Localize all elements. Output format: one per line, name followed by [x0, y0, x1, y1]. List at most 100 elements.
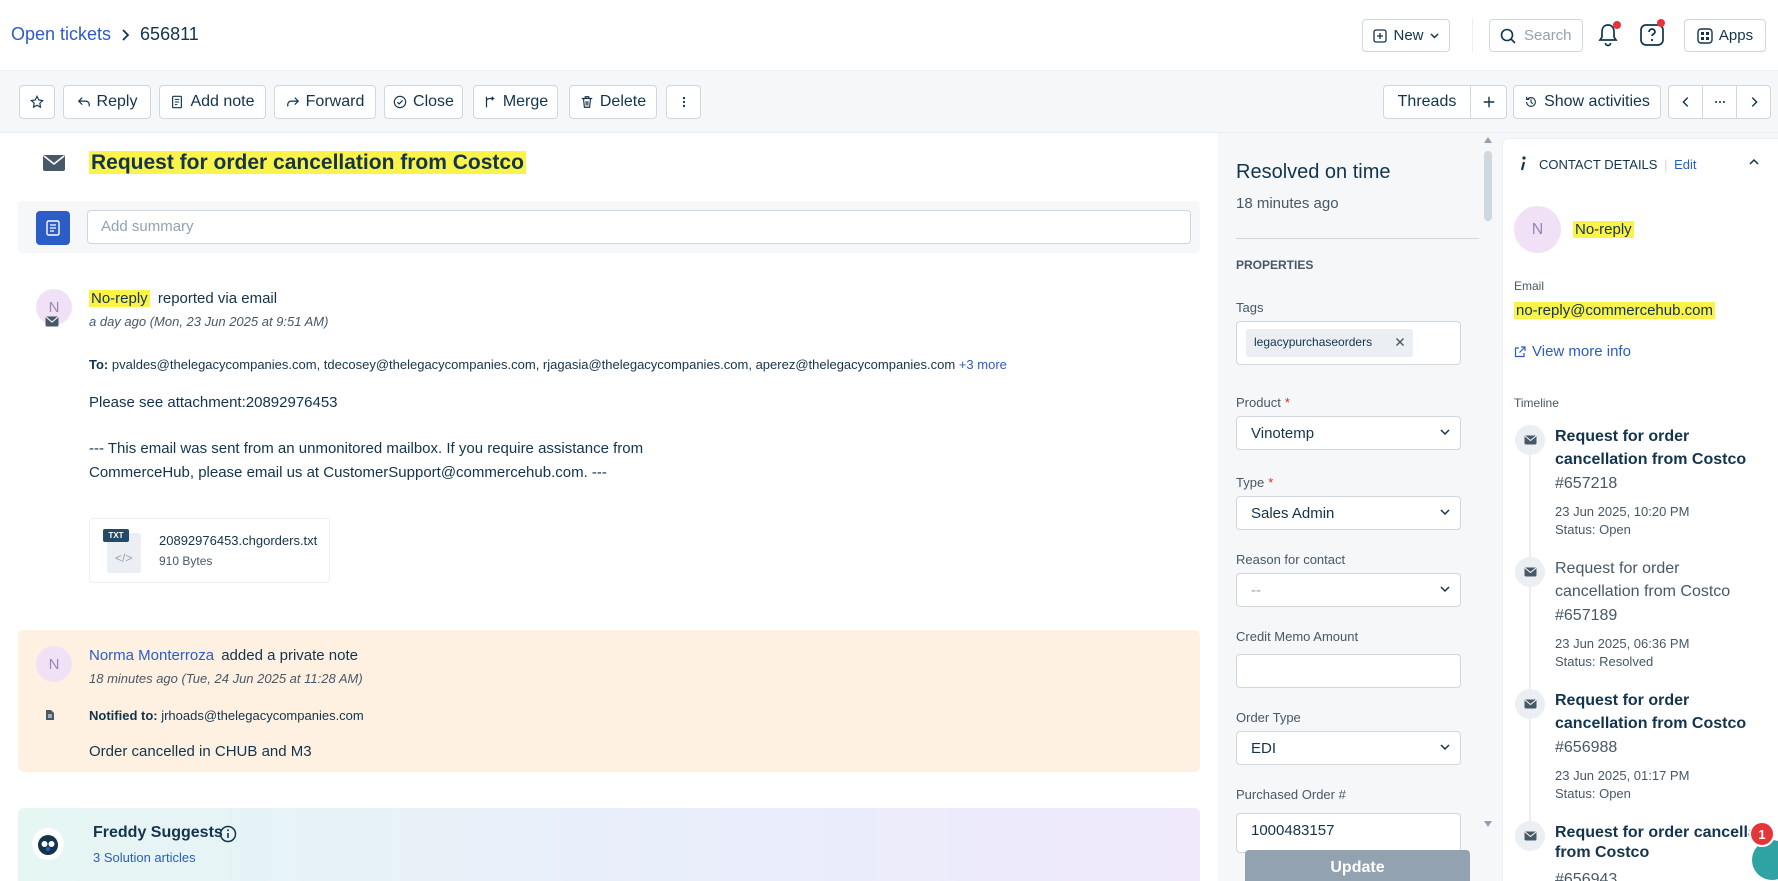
summary-bar: Add summary: [18, 201, 1200, 253]
contact-avatar: N: [1514, 206, 1561, 253]
order-type-select[interactable]: EDI: [1236, 731, 1461, 765]
next-ticket-button[interactable]: [1736, 85, 1771, 119]
conversation-pane: Request for order cancellation from Cost…: [0, 133, 1218, 881]
timeline-title[interactable]: Request for order cancellation from Cost…: [1555, 425, 1765, 471]
notified-label: Notified to:: [89, 708, 158, 723]
help-dot: [1657, 19, 1665, 27]
contact-email[interactable]: no-reply@commercehub.com: [1514, 302, 1715, 319]
summary-icon: [36, 211, 70, 245]
info-icon[interactable]: [219, 825, 237, 843]
ticket-subject: Request for order cancellation from Cost…: [89, 151, 526, 174]
note-author[interactable]: Norma Monterroza: [89, 647, 214, 664]
more-recipients-link[interactable]: +3 more: [959, 357, 1007, 372]
summary-input[interactable]: Add summary: [87, 210, 1191, 244]
notified-to: Notified to: jrhoads@thelegacycompanies.…: [89, 708, 364, 723]
message-header: No-reply reported via email: [89, 290, 277, 307]
scroll-up-icon[interactable]: [1484, 137, 1492, 143]
sender-name[interactable]: No-reply: [89, 290, 150, 307]
po-input[interactable]: 1000483157: [1236, 813, 1461, 853]
timeline-ticket-number: #656988: [1555, 739, 1618, 756]
email-icon: [42, 154, 66, 172]
attachment-card[interactable]: TXT </> 20892976453.chgorders.txt 910 By…: [89, 518, 330, 583]
apps-button[interactable]: Apps: [1684, 19, 1766, 52]
po-label: Purchased Order #: [1236, 787, 1346, 802]
properties-scrollbar[interactable]: [1482, 133, 1494, 833]
note-time: 18 minutes ago (Tue, 24 Jun 2025 at 11:2…: [89, 671, 363, 686]
new-button[interactable]: New: [1362, 19, 1450, 52]
merge-button[interactable]: Merge: [473, 85, 558, 119]
reply-button[interactable]: Reply: [63, 85, 151, 119]
text-file-icon: TXT </>: [103, 529, 141, 573]
delete-button[interactable]: Delete: [569, 85, 657, 119]
search-icon: [1500, 28, 1516, 44]
ticket-action-bar: Reply Add note Forward Close Merge Delet…: [0, 71, 1778, 133]
attachment-name[interactable]: 20892976453.chgorders.txt: [159, 533, 317, 548]
threads-button[interactable]: Threads: [1383, 85, 1471, 119]
more-actions-button[interactable]: [666, 85, 701, 119]
timeline-label: Timeline: [1514, 396, 1559, 410]
breadcrumb: Open tickets 656811: [11, 24, 199, 45]
type-select[interactable]: Sales Admin: [1236, 496, 1461, 530]
chevron-down-icon: [1440, 429, 1450, 436]
top-bar: Open tickets 656811 New Search Apps: [0, 0, 1778, 71]
delete-label: Delete: [599, 93, 647, 110]
scroll-thumb[interactable]: [1484, 151, 1492, 221]
update-button[interactable]: Update: [1245, 850, 1470, 881]
edit-contact-link[interactable]: Edit: [1674, 157, 1696, 172]
timeline-title[interactable]: Request for order cancellati: [1555, 821, 1767, 844]
star-icon: [30, 95, 44, 109]
to-list: pvaldes@thelegacycompanies.com, tdecosey…: [111, 357, 956, 372]
ticket-nav-more-button[interactable]: [1702, 85, 1737, 119]
tags-label: Tags: [1236, 300, 1264, 315]
timeline-title[interactable]: Request for order cancellation from Cost…: [1555, 557, 1765, 603]
search-input[interactable]: Search: [1489, 19, 1583, 52]
chevron-up-icon[interactable]: [1749, 158, 1759, 165]
reason-select[interactable]: --: [1236, 573, 1461, 607]
breadcrumb-open-tickets[interactable]: Open tickets: [11, 24, 111, 45]
status-title: Resolved on time: [1236, 161, 1391, 183]
divider: [1236, 238, 1479, 239]
email-label: Email: [1514, 279, 1545, 293]
timeline-title[interactable]: Request for order cancellation from Cost…: [1555, 689, 1765, 735]
reason-label: Reason for contact: [1236, 552, 1346, 567]
show-activities-label: Show activities: [1544, 93, 1650, 110]
freddy-bot-icon: [32, 828, 64, 860]
timeline-ticket-number: #656943: [1555, 871, 1618, 881]
add-note-button[interactable]: Add note: [159, 85, 266, 119]
contact-name[interactable]: No-reply: [1573, 221, 1634, 238]
show-activities-button[interactable]: Show activities: [1513, 85, 1661, 119]
close-button[interactable]: Close: [384, 85, 463, 119]
private-note: N Norma Monterroza added a private note …: [18, 630, 1200, 772]
reply-label: Reply: [96, 93, 138, 110]
email-icon: [1515, 689, 1545, 719]
scroll-down-icon[interactable]: [1484, 821, 1492, 827]
add-thread-button[interactable]: [1470, 85, 1507, 119]
solution-articles-link[interactable]: 3 Solution articles: [93, 850, 196, 865]
previous-ticket-button[interactable]: [1668, 85, 1703, 119]
view-more-info-link[interactable]: View more info: [1514, 343, 1631, 360]
forward-button[interactable]: Forward: [274, 85, 376, 119]
close-icon[interactable]: [1395, 337, 1405, 347]
tag-chip: legacypurchaseorders: [1246, 329, 1413, 357]
apps-icon: [1697, 27, 1713, 44]
timeline-title-line2: from Costco: [1555, 844, 1650, 861]
timeline-status: Status: Open: [1555, 522, 1631, 537]
contact-header: CONTACT DETAILS | Edit: [1539, 157, 1697, 172]
notified-email: jrhoads@thelegacycompanies.com: [161, 708, 364, 723]
order-type-value: EDI: [1251, 740, 1277, 757]
add-note-label: Add note: [190, 93, 255, 110]
email-icon: [1515, 425, 1545, 455]
product-label: Product *: [1236, 395, 1290, 410]
tags-field[interactable]: legacypurchaseorders: [1236, 321, 1461, 365]
star-button[interactable]: [19, 85, 55, 119]
timeline-status: Status: Resolved: [1555, 654, 1654, 669]
status-time: 18 minutes ago: [1236, 195, 1339, 212]
check-circle-icon: [393, 95, 407, 109]
horizontal-dots-icon: [1713, 95, 1727, 109]
type-label: Type *: [1236, 475, 1274, 490]
recipients: To: pvaldes@thelegacycompanies.com, tdec…: [89, 357, 1007, 372]
product-select[interactable]: Vinotemp: [1236, 416, 1461, 450]
credit-memo-label: Credit Memo Amount: [1236, 629, 1359, 644]
credit-memo-input[interactable]: [1236, 654, 1461, 688]
note-body: Order cancelled in CHUB and M3: [89, 743, 312, 760]
